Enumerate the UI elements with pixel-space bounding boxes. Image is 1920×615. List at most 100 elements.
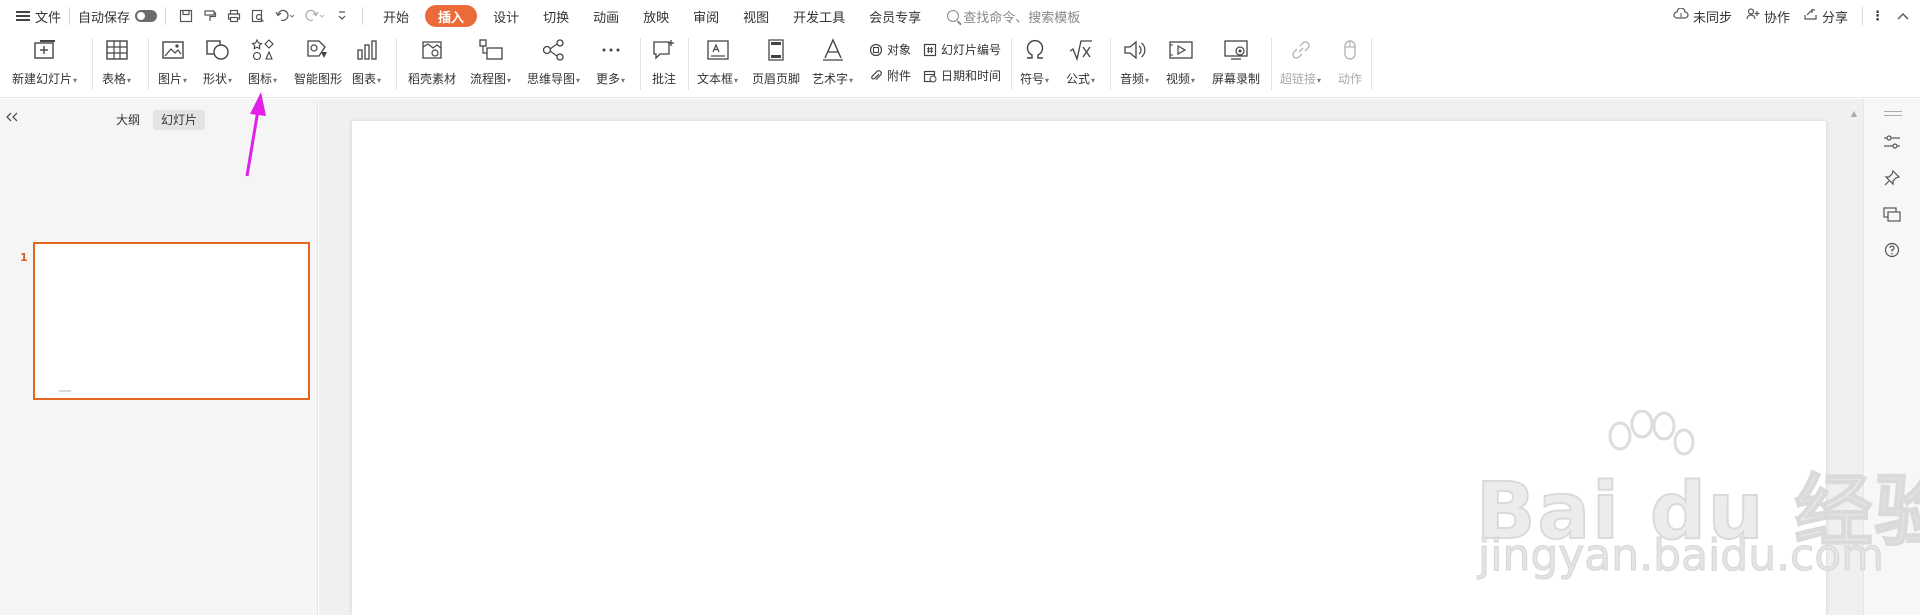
action-button[interactable]: 动作 (1336, 36, 1364, 87)
tab-label: 设计 (493, 10, 520, 26)
slide-thumbnail[interactable] (33, 242, 310, 400)
smart-shape-button[interactable]: 智能图形 (294, 36, 342, 87)
more-options-icon[interactable]: ⋮ (1871, 9, 1884, 24)
new-slide-label: 新建幻灯片 (12, 72, 73, 86)
mindmap-button[interactable]: 思维导图▾ (527, 36, 580, 87)
picture-label: 图片 (158, 72, 183, 86)
chart-button[interactable]: 图表▾ (352, 36, 381, 87)
dropdown-caret-icon[interactable]: ▾ (734, 76, 738, 85)
file-menu[interactable]: 文件 (16, 0, 61, 32)
format-painter-icon[interactable] (198, 4, 222, 28)
shape-button[interactable]: 形状▾ (203, 36, 232, 87)
tab-outline[interactable]: 大纲 (108, 110, 148, 130)
command-search[interactable]: 查找命令、搜索模板 (947, 7, 1080, 26)
symbol-label: 符号 (1020, 72, 1045, 86)
table-button[interactable]: 表格▾ (102, 36, 131, 87)
tab-developer[interactable]: 开发工具 (781, 0, 857, 32)
material-button[interactable]: 稻壳素材 (408, 36, 456, 87)
share-button[interactable]: 分享 (1804, 7, 1848, 26)
dropdown-caret-icon[interactable]: ▾ (621, 76, 625, 85)
textbox-button[interactable]: 文本框▾ (697, 36, 738, 87)
dropdown-caret-icon[interactable]: ▾ (1045, 76, 1049, 85)
audio-button[interactable]: 音频▾ (1120, 36, 1149, 87)
header-footer-button[interactable]: 页眉页脚 (752, 36, 800, 87)
sync-button[interactable]: 未同步 (1673, 7, 1732, 26)
object-icon (868, 42, 884, 58)
wordart-button[interactable]: 艺术字▾ (812, 36, 853, 87)
undo-icon[interactable] (270, 4, 300, 28)
comment-button[interactable]: 批注 (650, 36, 678, 87)
wordart-icon (819, 36, 847, 64)
dropdown-caret-icon[interactable]: ▾ (377, 76, 381, 85)
tab-home[interactable]: 开始 (371, 0, 421, 32)
tab-insert[interactable]: 插入 (425, 5, 478, 27)
presentation-app: 文件 自动保存 开始 插入 设计 切换 动画 放映 审阅 视图 开发工具 会员专… (0, 0, 1920, 615)
dropdown-caret-icon[interactable]: ▾ (1317, 76, 1321, 85)
icon-button[interactable]: 图标▾ (248, 36, 277, 87)
datetime-button[interactable]: 日期和时间 (922, 67, 1001, 84)
tab-slideshow[interactable]: 放映 (631, 0, 681, 32)
tab-slides[interactable]: 幻灯片 (153, 110, 206, 130)
collapse-ribbon-icon[interactable] (1896, 11, 1910, 21)
dropdown-caret-icon[interactable]: ▾ (1145, 76, 1149, 85)
print-preview-icon[interactable] (246, 4, 270, 28)
dropdown-caret-icon[interactable]: ▾ (1091, 76, 1095, 85)
autosave-toggle[interactable]: 自动保存 (78, 0, 158, 32)
picture-icon (159, 36, 187, 64)
comment-label: 批注 (651, 72, 676, 86)
dropdown-caret-icon[interactable]: ▾ (73, 76, 77, 85)
picture-button[interactable]: 图片▾ (158, 36, 187, 87)
tab-member[interactable]: 会员专享 (857, 0, 933, 32)
scroll-up-icon[interactable]: ▲ (1851, 109, 1857, 118)
textbox-label: 文本框 (697, 72, 734, 86)
slide-switch-icon[interactable] (1881, 203, 1903, 225)
attachment-button[interactable]: 附件 (868, 67, 911, 84)
divider (1862, 7, 1863, 25)
icon-button-label: 图标 (248, 72, 273, 86)
new-slide-button[interactable]: 新建幻灯片▾ (12, 36, 77, 87)
slide-number-label: 幻灯片编号 (941, 43, 1002, 57)
dropdown-caret-icon[interactable]: ▾ (507, 76, 511, 85)
video-button[interactable]: 视频▾ (1166, 36, 1195, 87)
tab-transition[interactable]: 切换 (531, 0, 581, 32)
dropdown-caret-icon[interactable]: ▾ (127, 76, 131, 85)
divider (148, 38, 149, 90)
help-icon[interactable] (1881, 239, 1903, 261)
ellipsis-icon (597, 36, 625, 64)
formula-button[interactable]: 公式▾ (1066, 36, 1095, 87)
toggle-switch-icon[interactable] (135, 10, 158, 22)
tab-design[interactable]: 设计 (481, 0, 531, 32)
hyperlink-button[interactable]: 超链接▾ (1280, 36, 1321, 87)
datetime-label: 日期和时间 (941, 69, 1002, 83)
slide-number-button[interactable]: 幻灯片编号 (922, 41, 1001, 58)
smart-shape-label: 智能图形 (294, 72, 343, 86)
customize-toolbar-icon[interactable] (330, 4, 354, 28)
flowchart-label: 流程图 (470, 72, 507, 86)
object-button[interactable]: 对象 (868, 41, 911, 58)
symbol-button[interactable]: 符号▾ (1020, 36, 1049, 87)
flowchart-button[interactable]: 流程图▾ (470, 36, 511, 87)
collaborate-button[interactable]: 协作 (1746, 7, 1790, 26)
drag-handle-icon[interactable] (1884, 111, 1902, 116)
dropdown-caret-icon[interactable]: ▾ (1191, 76, 1195, 85)
tab-animation[interactable]: 动画 (581, 0, 631, 32)
redo-icon[interactable] (300, 4, 330, 28)
print-icon[interactable] (222, 4, 246, 28)
tab-view[interactable]: 视图 (731, 0, 781, 32)
properties-sliders-icon[interactable] (1881, 131, 1903, 153)
dropdown-caret-icon[interactable]: ▾ (273, 76, 277, 85)
video-label: 视频 (1166, 72, 1191, 86)
dropdown-caret-icon[interactable]: ▾ (576, 76, 580, 85)
screen-record-button[interactable]: 屏幕录制 (1212, 36, 1260, 87)
more-button[interactable]: 更多▾ (596, 36, 625, 87)
save-icon[interactable] (174, 4, 198, 28)
dropdown-caret-icon[interactable]: ▾ (183, 76, 187, 85)
collapse-panel-icon[interactable] (5, 111, 19, 127)
divider (1371, 38, 1372, 90)
pin-icon[interactable] (1881, 167, 1903, 189)
dropdown-caret-icon[interactable]: ▾ (228, 76, 232, 85)
dropdown-caret-icon[interactable]: ▾ (849, 76, 853, 85)
tab-review[interactable]: 审阅 (681, 0, 731, 32)
slide-number: 1 (20, 251, 28, 264)
comment-icon (650, 36, 678, 64)
